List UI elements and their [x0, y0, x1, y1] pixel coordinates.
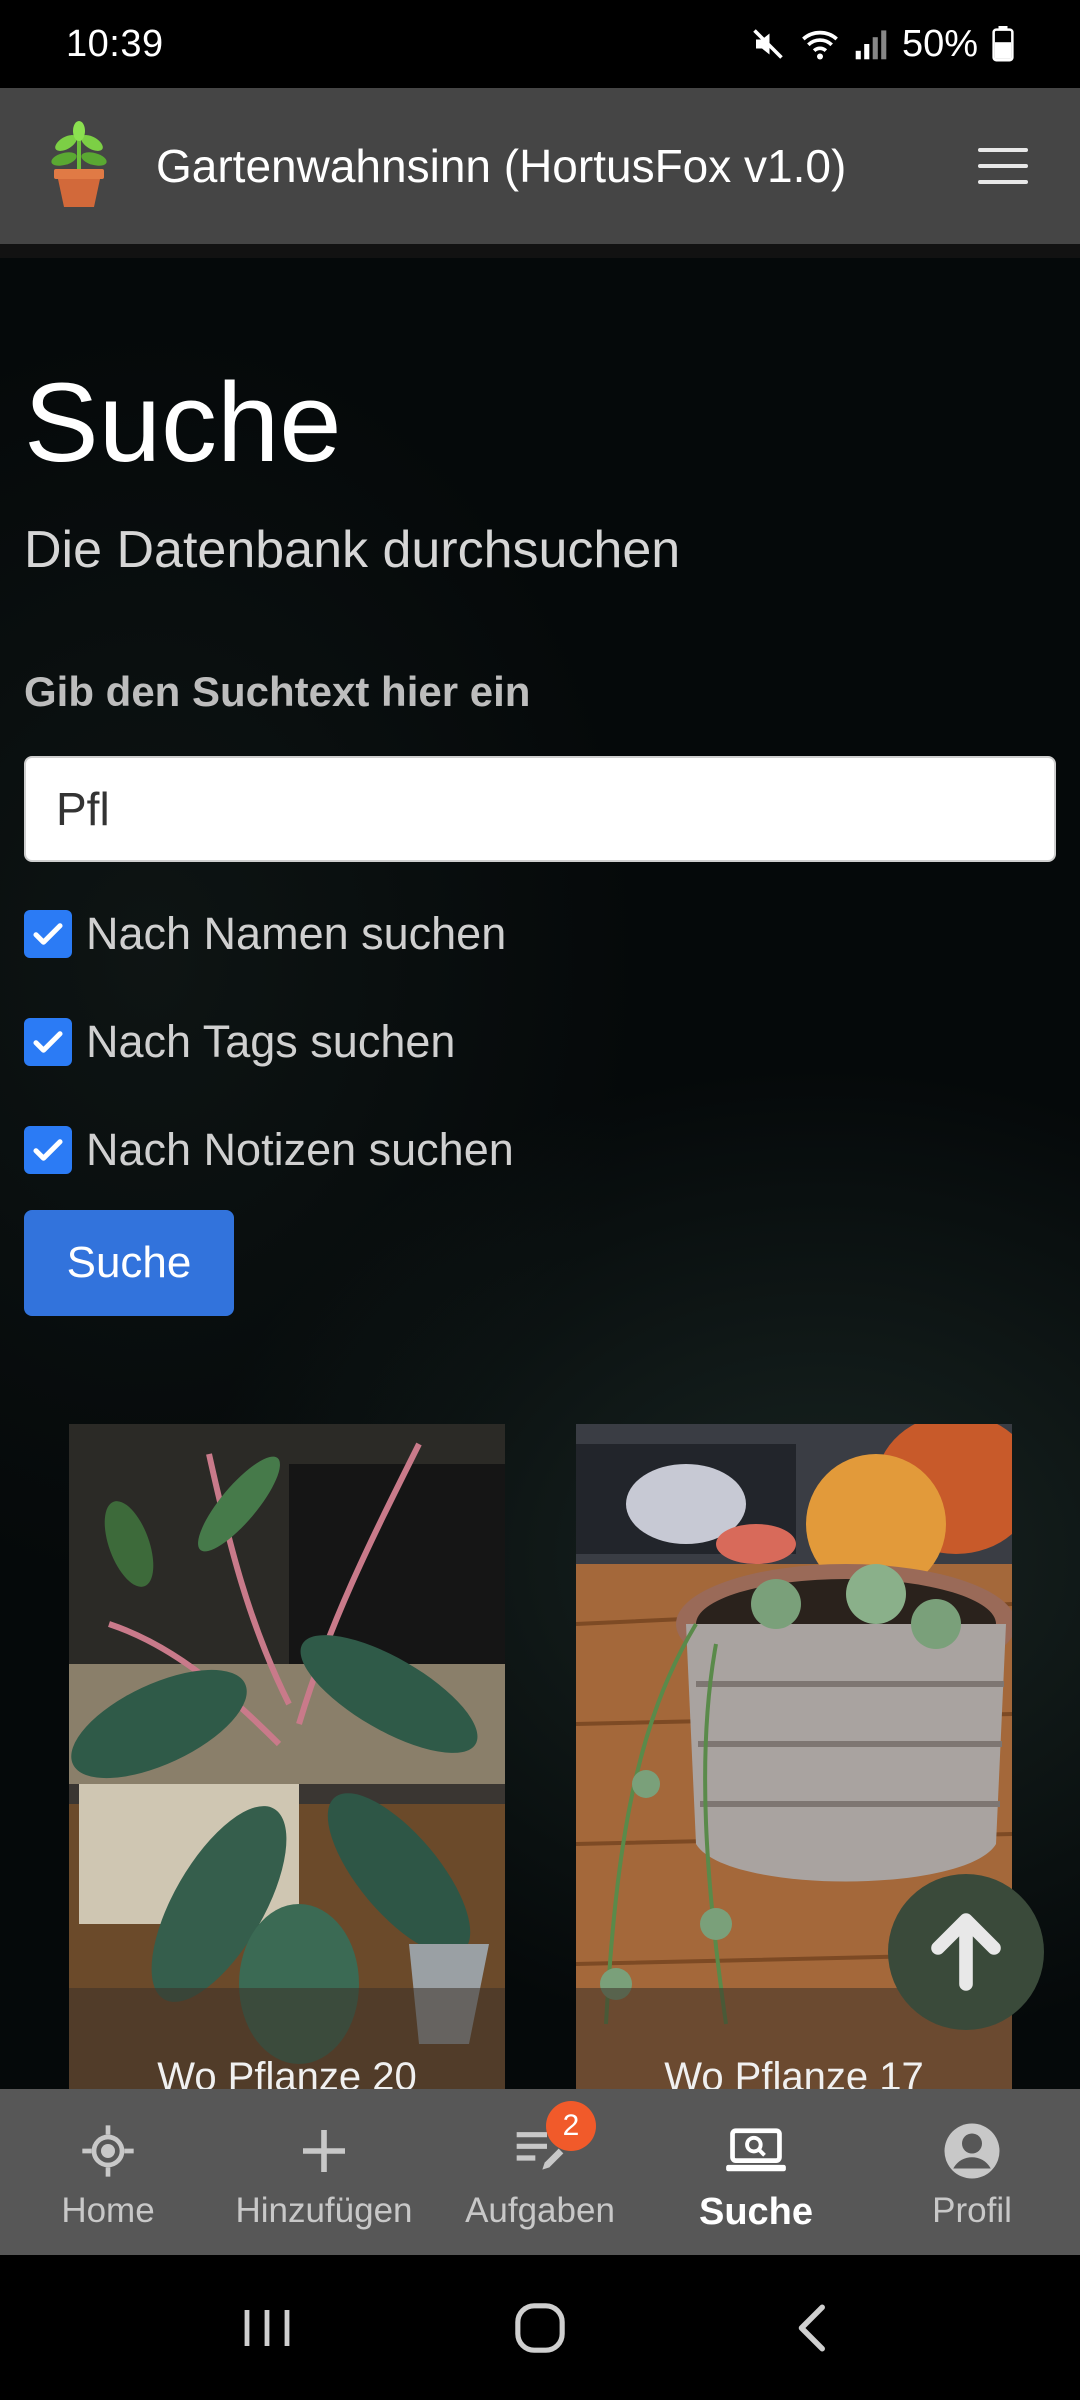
- status-icons: 50%: [750, 23, 1014, 66]
- plant-logo-icon[interactable]: [44, 121, 114, 211]
- checkbox-row-tags[interactable]: Nach Tags suchen: [24, 1016, 455, 1068]
- recent-apps-button[interactable]: [212, 2288, 322, 2368]
- app-title: Gartenwahnsinn (HortusFox v1.0): [156, 140, 847, 192]
- signal-icon: [855, 30, 887, 60]
- result-card-title: Wo Pflanze 20: [69, 1988, 505, 2104]
- checkmark-icon: [33, 1031, 63, 1053]
- status-time: 10:39: [66, 22, 164, 65]
- search-button[interactable]: Suche: [24, 1210, 234, 1316]
- checkmark-icon: [33, 923, 63, 945]
- menu-line: [978, 148, 1028, 152]
- result-card[interactable]: Wo Pflanze 20: [69, 1424, 505, 2104]
- nav-label: Home: [61, 2191, 155, 2230]
- mute-icon: [753, 29, 783, 59]
- checkbox-name[interactable]: [24, 910, 72, 958]
- nav-label: Profil: [932, 2191, 1012, 2230]
- nav-item-profile[interactable]: Profil: [864, 2089, 1080, 2255]
- back-button[interactable]: [758, 2288, 868, 2368]
- battery-percent: 50%: [901, 22, 978, 65]
- menu-line: [978, 180, 1028, 184]
- battery-icon: [992, 26, 1014, 62]
- home-icon: [76, 2119, 140, 2183]
- arrow-up-icon: [931, 1913, 1001, 1991]
- nav-label: Hinzufügen: [235, 2191, 413, 2230]
- bottom-navigation: Home Hinzufügen 2 Aufgaben Suche Profil: [0, 2089, 1080, 2255]
- checkbox-row-name[interactable]: Nach Namen suchen: [24, 908, 506, 960]
- checkbox-tags[interactable]: [24, 1018, 72, 1066]
- nav-item-home[interactable]: Home: [0, 2089, 216, 2255]
- scroll-to-top-button[interactable]: [888, 1874, 1044, 2030]
- nav-label: Suche: [698, 2191, 814, 2233]
- search-label: Gib den Suchtext hier ein: [24, 668, 531, 715]
- checkbox-label: Nach Notizen suchen: [86, 1124, 514, 1175]
- status-bar: 10:39 50%: [0, 0, 1080, 88]
- back-chevron-icon: [799, 2304, 826, 2351]
- nav-item-tasks[interactable]: 2 Aufgaben: [432, 2089, 648, 2255]
- hamburger-menu-button[interactable]: [966, 129, 1040, 203]
- plus-icon: [292, 2119, 356, 2183]
- recent-apps-icon: [244, 2309, 290, 2346]
- nav-label: Aufgaben: [465, 2191, 615, 2230]
- checkbox-row-notes[interactable]: Nach Notizen suchen: [24, 1124, 514, 1176]
- menu-line: [978, 164, 1028, 168]
- page-title: Suche: [24, 360, 342, 485]
- checkmark-icon: [33, 1139, 63, 1161]
- home-circle-icon: [515, 2302, 565, 2353]
- checkbox-notes[interactable]: [24, 1126, 72, 1174]
- home-button[interactable]: [485, 2288, 595, 2368]
- search-laptop-icon: [724, 2119, 788, 2183]
- nav-item-search[interactable]: Suche: [648, 2089, 864, 2255]
- app-header: Gartenwahnsinn (HortusFox v1.0): [0, 88, 1080, 244]
- profile-icon: [940, 2119, 1004, 2183]
- page-subtitle: Die Datenbank durchsuchen: [24, 521, 681, 579]
- nav-item-add[interactable]: Hinzufügen: [216, 2089, 432, 2255]
- screen: 10:39 50% Gartenwahnsinn (HortusFox v1.0…: [0, 0, 1080, 2400]
- main-content: Suche Die Datenbank durchsuchen Gib den …: [0, 244, 1080, 2104]
- wifi-icon: [802, 30, 838, 60]
- search-input[interactable]: [24, 756, 1056, 862]
- checkbox-label: Nach Namen suchen: [86, 908, 507, 959]
- notification-badge: 2: [546, 2101, 596, 2151]
- checkbox-label: Nach Tags suchen: [86, 1016, 456, 1067]
- system-navigation-bar: [0, 2255, 1080, 2400]
